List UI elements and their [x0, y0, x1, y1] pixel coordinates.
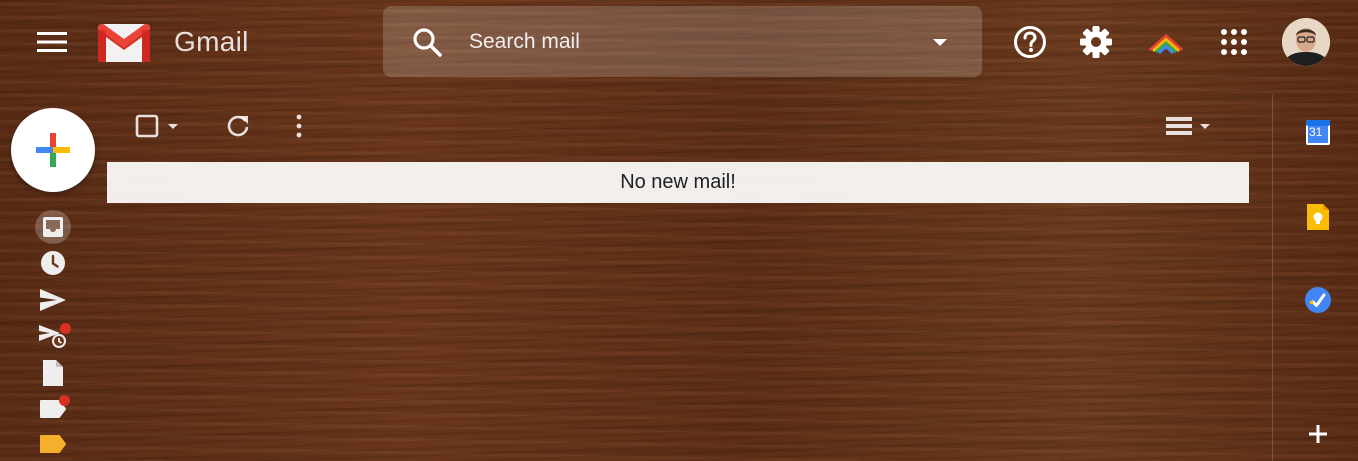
gmail-logo-link[interactable]: Gmail	[96, 20, 249, 64]
compose-button[interactable]	[11, 108, 95, 192]
nav-item-scheduled[interactable]	[35, 319, 71, 353]
density-icon[interactable]	[1166, 115, 1192, 137]
nav-item-drafts[interactable]	[35, 356, 71, 390]
empty-inbox-message: No new mail!	[107, 162, 1249, 203]
nav-item-sent[interactable]	[35, 283, 71, 317]
density-control[interactable]	[1160, 108, 1220, 144]
calendar-app[interactable]: 31	[1298, 112, 1338, 152]
scheduled-badge	[60, 323, 71, 334]
search-icon[interactable]	[411, 26, 443, 58]
select-checkbox[interactable]	[134, 113, 160, 139]
inbox-icon	[43, 217, 63, 237]
density-dropdown-icon[interactable]	[1196, 117, 1214, 135]
select-dropdown-icon[interactable]	[164, 117, 182, 135]
refresh-icon	[227, 115, 249, 137]
calendar-day-label: 31	[1309, 125, 1323, 139]
search-input[interactable]	[469, 29, 928, 54]
rainbow-app-icon[interactable]	[1146, 22, 1186, 62]
more-options-button[interactable]	[284, 108, 314, 144]
nav-item-inbox[interactable]	[35, 210, 71, 244]
send-icon	[40, 289, 66, 311]
important-label-icon	[40, 435, 66, 453]
plus-icon	[1309, 425, 1327, 443]
clock-icon	[41, 251, 65, 275]
select-all-control[interactable]	[128, 108, 188, 144]
nav-item-snoozed[interactable]	[35, 246, 71, 280]
main-menu-button[interactable]	[28, 22, 76, 62]
avatar[interactable]	[1282, 18, 1330, 66]
gmail-logo	[98, 23, 150, 62]
keep-app[interactable]	[1298, 197, 1338, 237]
tasks-app[interactable]	[1298, 280, 1338, 320]
search-bar[interactable]	[383, 6, 982, 77]
label-badge	[59, 395, 70, 406]
nav-item-label[interactable]	[35, 392, 71, 426]
tasks-icon	[1305, 287, 1331, 313]
add-addon-button[interactable]	[1298, 414, 1338, 454]
app-name: Gmail	[174, 26, 249, 57]
apps-grid-icon[interactable]	[1214, 22, 1254, 62]
settings-icon[interactable]	[1076, 22, 1116, 62]
search-options-icon[interactable]	[928, 30, 952, 54]
compose-plus-icon	[36, 133, 70, 167]
refresh-button[interactable]	[220, 108, 256, 144]
help-icon[interactable]	[1010, 22, 1050, 62]
main-menu-icon	[37, 32, 67, 52]
avatar-photo	[1282, 18, 1330, 66]
nav-item-important[interactable]	[35, 427, 71, 461]
draft-icon	[43, 360, 63, 386]
keep-icon	[1307, 204, 1329, 230]
empty-message-text: No new mail!	[620, 171, 736, 193]
more-options-icon	[296, 114, 302, 138]
side-panel-divider	[1272, 95, 1273, 461]
